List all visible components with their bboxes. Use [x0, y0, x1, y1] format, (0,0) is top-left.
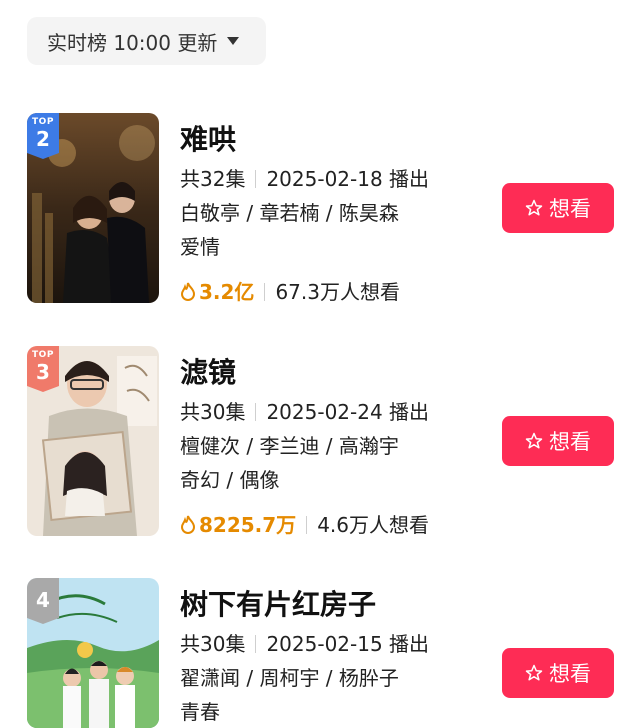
want-count: 4.6万人想看	[317, 513, 429, 537]
heat-value: 8225.7万	[199, 513, 297, 537]
dropdown-caret-icon	[227, 37, 240, 45]
rank-badge: TOP 2	[27, 113, 59, 159]
cast-line: 檀健次 / 李兰迪 / 高瀚宇	[180, 434, 399, 458]
update-time-label: 实时榜 10:00 更新	[47, 30, 218, 55]
episode-count: 共32集	[180, 167, 246, 191]
drama-card[interactable]: TOP 3 滤镜 共30集 2025-02-24 播出 檀健次 / 李兰迪 / 高…	[0, 346, 640, 546]
drama-title[interactable]: 难哄	[180, 118, 236, 158]
want-to-watch-button[interactable]: 想看	[502, 416, 614, 466]
star-icon	[525, 664, 543, 681]
divider	[264, 283, 266, 301]
want-button-label: 想看	[549, 430, 591, 454]
divider	[255, 403, 257, 421]
flame-icon	[180, 282, 196, 301]
stats-line: 8225.7万 4.6万人想看	[180, 509, 429, 538]
drama-card[interactable]: TOP 2 难哄 共32集 2025-02-18 播出 白敬亭 / 章若楠 / 陈…	[0, 113, 640, 313]
genre-line: 爱情	[180, 235, 220, 259]
drama-poster[interactable]: TOP 3	[27, 346, 159, 536]
want-to-watch-button[interactable]: 想看	[502, 183, 614, 233]
drama-title[interactable]: 树下有片红房子	[180, 583, 376, 623]
rank-number: 2	[36, 127, 50, 151]
episode-date-line: 共32集 2025-02-18 播出	[180, 163, 429, 192]
air-date: 2025-02-18 播出	[266, 167, 430, 191]
drama-card[interactable]: 4 树下有片红房子 共30集 2025-02-15 播出 翟潇闻 / 周柯宇 / …	[0, 578, 640, 728]
want-count: 67.3万人想看	[275, 280, 400, 304]
cast-line: 白敬亭 / 章若楠 / 陈昊森	[180, 201, 399, 225]
rank-prefix: TOP	[32, 350, 54, 360]
star-icon	[525, 199, 543, 216]
want-to-watch-button[interactable]: 想看	[502, 648, 614, 698]
divider	[306, 516, 308, 534]
air-date: 2025-02-24 播出	[266, 400, 430, 424]
cast-line: 翟潇闻 / 周柯宇 / 杨肸子	[180, 666, 399, 690]
want-button-label: 想看	[549, 197, 591, 221]
stats-line: 3.2亿 67.3万人想看	[180, 276, 400, 305]
genre-line: 奇幻 / 偶像	[180, 468, 280, 492]
drama-poster[interactable]: 4	[27, 578, 159, 728]
episode-count: 共30集	[180, 632, 246, 656]
air-date: 2025-02-15 播出	[266, 632, 430, 656]
drama-poster[interactable]: TOP 2	[27, 113, 159, 303]
rank-badge: TOP 3	[27, 346, 59, 392]
update-time-dropdown[interactable]: 实时榜 10:00 更新	[27, 17, 266, 65]
flame-icon	[180, 515, 196, 534]
rank-number: 3	[36, 360, 50, 384]
drama-title[interactable]: 滤镜	[180, 351, 236, 391]
rank-prefix: TOP	[32, 117, 54, 127]
divider	[255, 635, 257, 653]
episode-date-line: 共30集 2025-02-24 播出	[180, 396, 429, 425]
genre-line: 青春	[180, 700, 220, 724]
episode-date-line: 共30集 2025-02-15 播出	[180, 628, 429, 657]
divider	[255, 170, 257, 188]
want-button-label: 想看	[549, 662, 591, 686]
heat-value: 3.2亿	[199, 280, 255, 304]
episode-count: 共30集	[180, 400, 246, 424]
star-icon	[525, 432, 543, 449]
rank-number: 4	[36, 588, 50, 612]
rank-badge: 4	[27, 578, 59, 624]
